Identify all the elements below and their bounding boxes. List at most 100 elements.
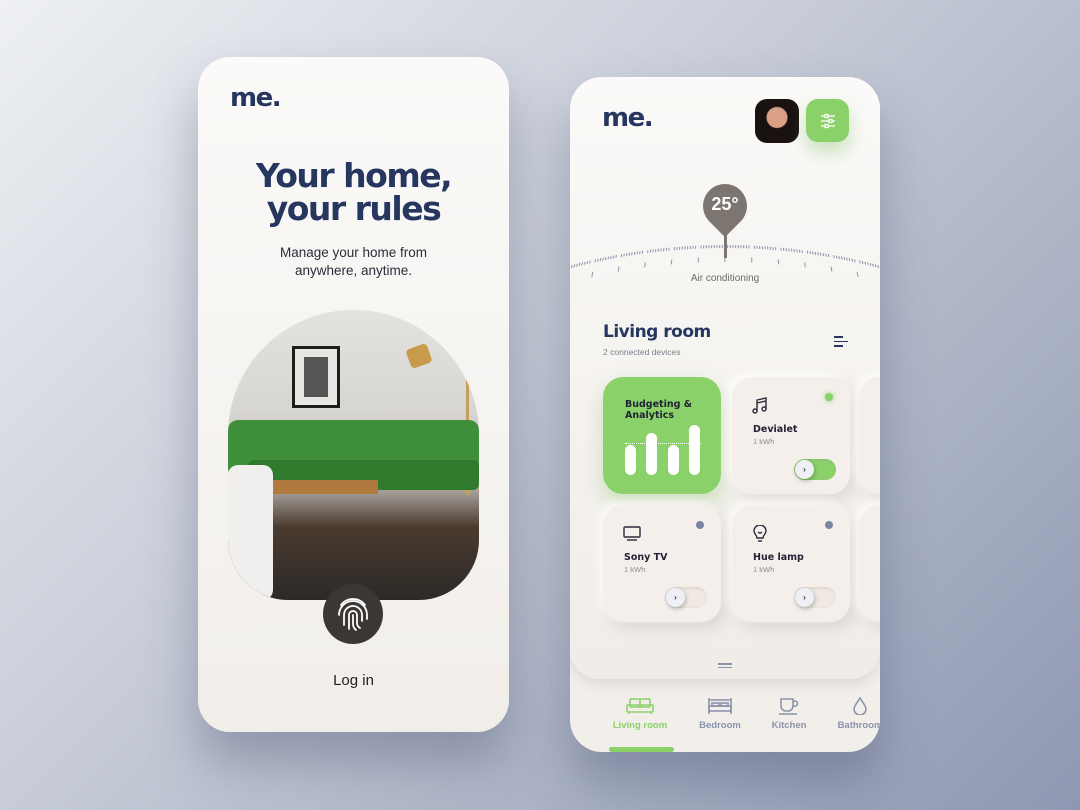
device-usage: 1 kWh [753, 437, 775, 446]
analytics-title-line: Analytics [625, 410, 675, 421]
dial-tick [620, 254, 623, 258]
status-dot [825, 393, 833, 401]
dial-tick [861, 261, 864, 265]
tab-living-room[interactable]: Living room [600, 697, 680, 731]
analytics-title: Budgeting & Analytics [625, 399, 692, 421]
dial-tick [612, 255, 615, 259]
dial-tick [594, 259, 597, 263]
dial-tick [570, 264, 573, 269]
dial-tick [864, 261, 867, 265]
dial-tick [851, 258, 854, 262]
device-card-hue-lamp[interactable]: Hue lamp 1 kWh › [732, 505, 850, 622]
tab-kitchen[interactable]: Kitchen [749, 697, 829, 731]
device-toggle[interactable]: › [794, 587, 836, 608]
headline: Your home, your rules [198, 159, 509, 225]
dial-tick [866, 262, 869, 266]
dial-tick [877, 264, 880, 269]
chart-bar [689, 425, 700, 475]
dial-tick [846, 257, 848, 261]
sliders-icon [820, 113, 835, 128]
chart-bar [625, 445, 636, 475]
dial-tick [610, 255, 612, 260]
tab-bathroom[interactable]: Bathroom [820, 697, 880, 731]
dial-tick [843, 256, 846, 261]
music-note-icon [752, 397, 767, 414]
status-dot [825, 521, 833, 529]
tab-label: Living room [612, 720, 668, 731]
dial-tick [853, 259, 856, 263]
tab-label: Bedroom [699, 720, 741, 731]
analytics-mini-chart [625, 425, 721, 475]
water-drop-icon [853, 697, 867, 715]
sheet-handle[interactable] [718, 663, 732, 670]
headline-line: your rules [266, 189, 442, 228]
dial-tick [599, 258, 602, 262]
living-room-photo [228, 310, 479, 600]
dial-tick [835, 255, 838, 259]
dial-tick [573, 264, 576, 268]
device-toggle[interactable]: › [665, 587, 707, 608]
dial-tick [589, 260, 591, 264]
dial-tick [874, 264, 877, 268]
dial-tick [604, 256, 607, 261]
chart-bar [668, 445, 679, 475]
chart-bar [646, 433, 657, 475]
device-name: Sony TV [624, 552, 668, 563]
status-dot [696, 521, 704, 529]
room-subtitle: 2 connected devices [603, 347, 681, 357]
toggle-knob: › [795, 460, 814, 479]
temperature-label: Air conditioning [690, 273, 760, 284]
subtitle-line: Manage your home from [279, 245, 428, 260]
dial-tick [576, 263, 578, 267]
device-toggle[interactable]: › [794, 459, 836, 480]
dial-tick [827, 254, 830, 258]
dial-tick [804, 262, 806, 268]
dial-tick [615, 254, 617, 259]
dial-tick [859, 260, 861, 264]
device-card-devialet[interactable]: Devialet 1 kWh › [732, 377, 850, 494]
device-card-partial[interactable] [859, 505, 880, 622]
device-card-partial[interactable] [859, 377, 880, 494]
filter-button[interactable] [806, 99, 849, 142]
tab-label: Bathroom [837, 720, 880, 731]
dial-tick [583, 261, 586, 265]
dial-tick [830, 266, 833, 272]
dial-tick [833, 254, 835, 259]
device-usage: 1 kWh [753, 565, 775, 574]
dial-tick [581, 262, 584, 266]
room-title: Living room [603, 322, 711, 342]
cup-icon [779, 698, 799, 715]
device-name: Devialet [753, 424, 798, 435]
dial-needle [724, 222, 727, 258]
dial-tick [607, 256, 610, 260]
login-screen: me. Your home, your rules Manage your hom… [198, 57, 509, 732]
dial-tick [872, 263, 874, 267]
logo: me. [602, 103, 654, 133]
dial-tick [602, 257, 604, 261]
bed-icon [708, 698, 732, 714]
dial-tick [596, 258, 599, 262]
device-name: Hue lamp [753, 552, 804, 563]
dashboard-screen: me. 25° Air conditioning Living room 2 c… [570, 77, 880, 752]
dial-tick [578, 262, 581, 267]
avatar[interactable] [755, 99, 799, 143]
dial-tick [840, 256, 843, 260]
dial-tick [838, 255, 840, 260]
tab-bedroom[interactable]: Bedroom [680, 697, 760, 731]
device-usage: 1 kWh [624, 565, 646, 574]
toggle-knob: › [666, 588, 685, 607]
active-tab-indicator [609, 747, 674, 752]
dial-tick [623, 253, 625, 257]
fingerprint-icon [338, 598, 368, 631]
tab-label: Kitchen [771, 720, 807, 731]
fingerprint-button[interactable] [323, 584, 383, 644]
toggle-knob: › [795, 588, 814, 607]
sort-icon[interactable] [834, 336, 848, 350]
login-button[interactable]: Log in [198, 672, 509, 689]
device-card-sony-tv[interactable]: Sony TV 1 kWh › [603, 505, 721, 622]
analytics-card[interactable]: Budgeting & Analytics [603, 377, 721, 494]
dial-tick [825, 253, 827, 257]
headline-line: Your home, [255, 156, 453, 195]
logo: me. [230, 83, 282, 113]
temperature-value: 25° [711, 194, 739, 214]
